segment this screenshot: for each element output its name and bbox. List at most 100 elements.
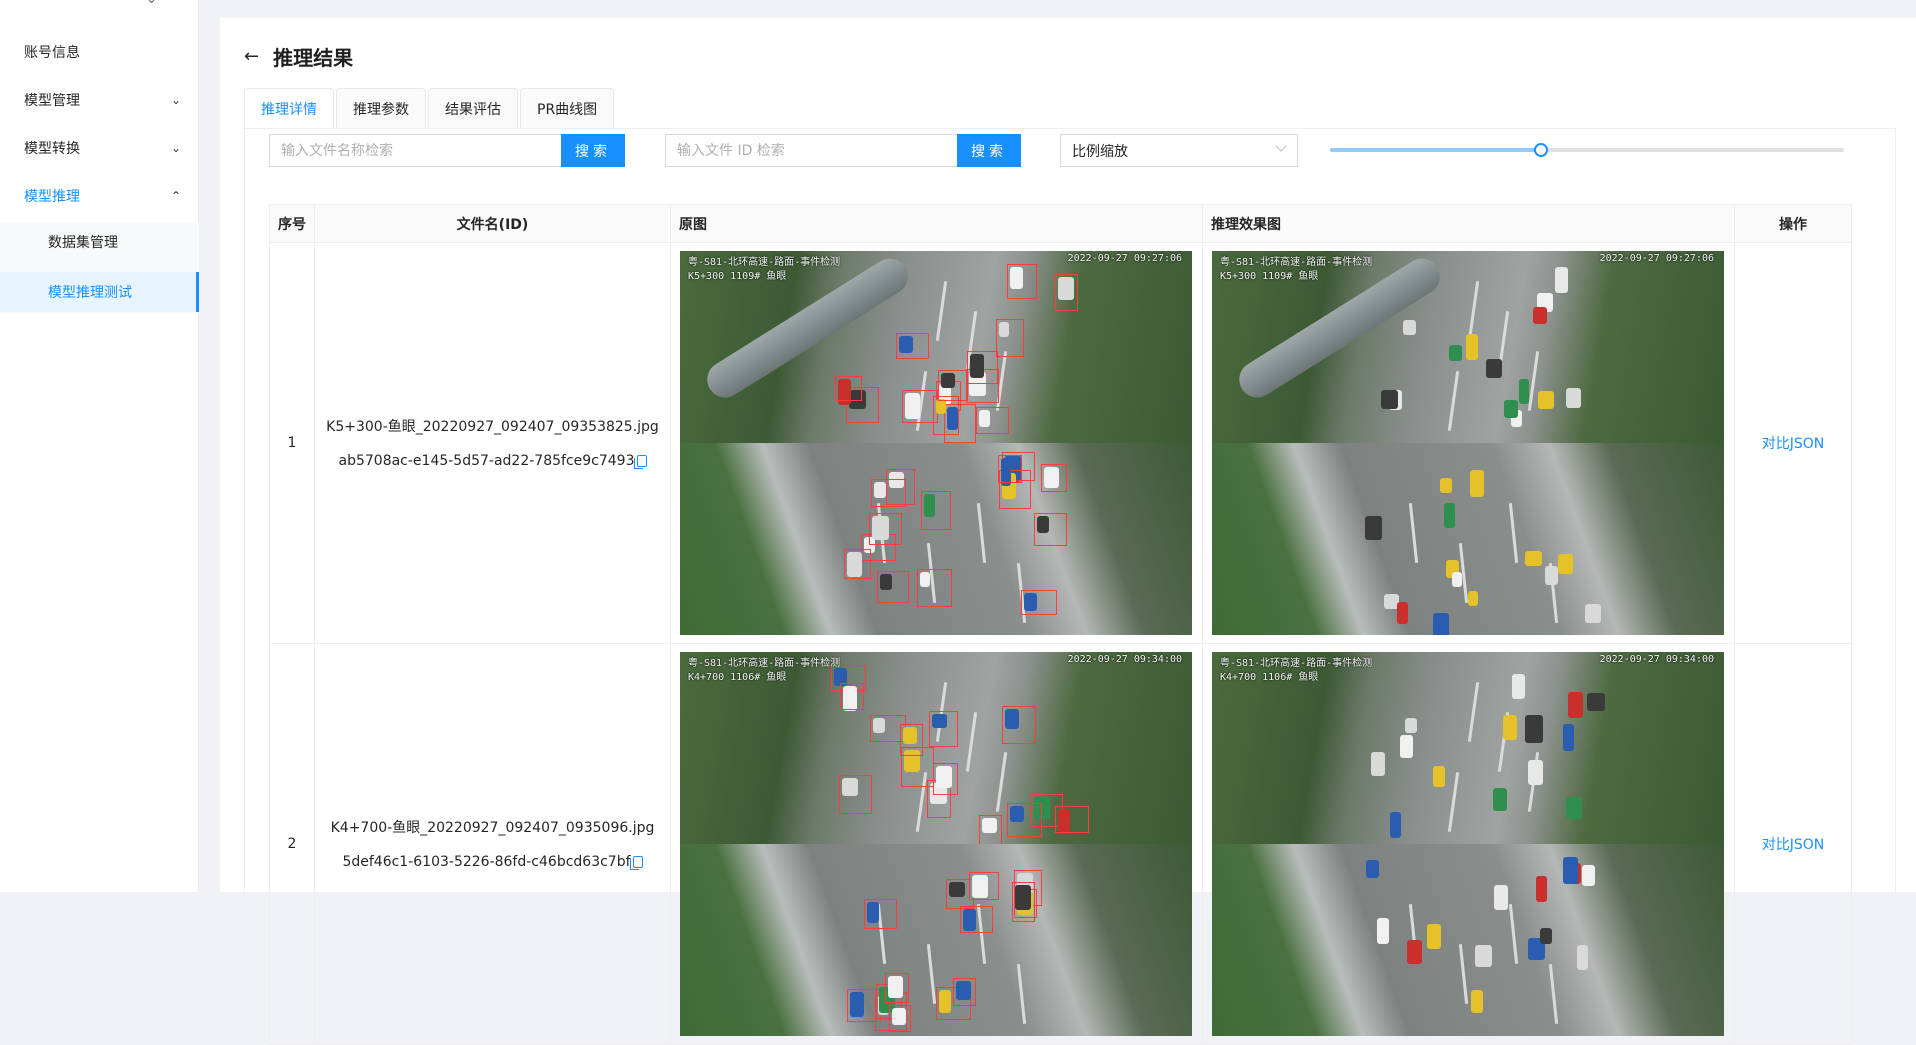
detection-box xyxy=(870,479,907,508)
tab-inference-details[interactable]: 推理详情 xyxy=(244,88,334,128)
camera-view-top: 粤-S81-北环高速-路面-事件检测 K4+700 1106# 鱼眼 2022-09… xyxy=(1212,652,1724,844)
vehicle xyxy=(1474,944,1493,967)
lane-marking xyxy=(1458,944,1469,1004)
vehicle xyxy=(1565,796,1582,819)
detection-box xyxy=(969,871,1000,900)
page-title: 推理结果 xyxy=(273,46,354,70)
detection-box xyxy=(876,571,910,604)
detection-box xyxy=(895,332,929,359)
detection-box xyxy=(863,898,898,930)
copy-icon[interactable] xyxy=(629,856,643,870)
vehicle xyxy=(1404,718,1418,733)
vehicle xyxy=(1406,939,1422,964)
chevron-up-icon: ⌃ xyxy=(170,189,181,203)
vehicle xyxy=(1470,469,1485,498)
vehicle xyxy=(1493,788,1507,811)
detection-box xyxy=(899,724,924,756)
detection-box xyxy=(932,395,960,436)
sidebar-item-inference-test[interactable]: 模型推理测试 xyxy=(0,272,199,312)
row-file-id: ab5708ac-e145-5d57-ad22-785fce9c7493 xyxy=(338,453,635,469)
detection-box xyxy=(1006,264,1037,299)
fileid-search-button[interactable]: 搜索 xyxy=(957,134,1021,167)
row-file-cell: K4+700-鱼眼_20220927_092407_0935096.jpg 5d… xyxy=(314,643,671,1045)
lane-marking xyxy=(995,752,1008,812)
vehicle xyxy=(1576,944,1588,970)
detection-box xyxy=(839,683,864,710)
fileid-search: 搜索 xyxy=(665,134,1021,167)
page-header: ← 推理结果 xyxy=(244,42,353,71)
vehicle xyxy=(1444,503,1455,529)
tab-inference-params[interactable]: 推理参数 xyxy=(336,88,426,128)
vehicle xyxy=(1504,400,1519,419)
lane-marking xyxy=(1016,964,1027,1024)
detection-box xyxy=(843,548,872,580)
sidebar-item-label: 模型推理测试 xyxy=(48,285,132,301)
slider-handle[interactable] xyxy=(1533,143,1548,157)
back-arrow-icon[interactable]: ← xyxy=(244,46,259,67)
detection-box xyxy=(1002,705,1036,745)
osd-location-text: 粤-S81-北环高速-路面-事件检测 xyxy=(1220,658,1373,669)
original-image[interactable]: 粤-S81-北环高速-路面-事件检测 K5+300 1109# 鱼眼 2022-09… xyxy=(680,251,1192,635)
lane-marking xyxy=(1408,503,1419,563)
detection-box xyxy=(928,710,959,747)
sidebar-item-dataset-management[interactable]: 数据集管理 xyxy=(0,222,199,262)
sidebar-item-account[interactable]: 账号信息 xyxy=(0,32,199,72)
vehicle xyxy=(1554,267,1568,294)
scale-mode-select[interactable]: 比例缩放 xyxy=(1060,134,1298,167)
original-image-cell: 粤-S81-北环高速-路面-事件检测 K5+300 1109# 鱼眼 2022-09… xyxy=(670,242,1203,644)
table-row: 2 K4+700-鱼眼_20220927_092407_0935096.jpg … xyxy=(269,643,1852,1045)
detection-box xyxy=(938,369,969,402)
col-header-actions: 操作 xyxy=(1734,204,1852,243)
vehicle xyxy=(1389,811,1402,838)
original-image[interactable]: 粤-S81-北环高速-路面-事件检测 K4+700 1106# 鱼眼 2022-09… xyxy=(680,652,1192,1036)
sidebar-item-model-conversion[interactable]: 模型转换 ⌄ xyxy=(0,128,199,168)
vehicle xyxy=(1471,990,1484,1014)
vehicle xyxy=(1557,553,1574,575)
compare-json-link[interactable]: 对比JSON xyxy=(1762,837,1825,853)
compare-json-link[interactable]: 对比JSON xyxy=(1762,436,1825,452)
inference-result-image[interactable]: 粤-S81-北环高速-路面-事件检测 K4+700 1106# 鱼眼 2022-09… xyxy=(1212,652,1724,1036)
osd-location-text: 粤-S81-北环高速-路面-事件检测 xyxy=(688,257,841,268)
vehicle xyxy=(1433,613,1449,635)
detection-box xyxy=(888,1005,911,1032)
chevron-down-icon[interactable]: ⌄ xyxy=(146,0,157,7)
camera-view-top: 粤-S81-北环高速-路面-事件检测 K4+700 1106# 鱼眼 2022-09… xyxy=(680,652,1192,844)
vehicle xyxy=(1439,477,1452,493)
sidebar-item-model-management[interactable]: 模型管理 ⌄ xyxy=(0,80,199,120)
chevron-down-icon: ⌄ xyxy=(170,141,181,155)
result-image-cell: 粤-S81-北环高速-路面-事件检测 K4+700 1106# 鱼眼 2022-09… xyxy=(1202,643,1735,1045)
vehicle xyxy=(1466,334,1479,360)
inference-result-image[interactable]: 粤-S81-北环高速-路面-事件检测 K5+300 1109# 鱼眼 2022-09… xyxy=(1212,251,1724,635)
vehicle xyxy=(1402,319,1416,335)
vehicle xyxy=(1467,590,1479,606)
vehicle xyxy=(1584,603,1602,624)
copy-icon[interactable] xyxy=(633,455,647,469)
lane-marking xyxy=(926,944,937,1004)
filename-search-button[interactable]: 搜索 xyxy=(561,134,625,167)
result-image-cell: 粤-S81-北环高速-路面-事件检测 K5+300 1109# 鱼眼 2022-09… xyxy=(1202,242,1735,644)
camera-view-bottom xyxy=(1212,844,1724,1036)
tab-pr-curve[interactable]: PR曲线图 xyxy=(520,88,615,128)
vehicle xyxy=(1563,724,1575,752)
lane-marking xyxy=(1467,281,1480,341)
camera-view-bottom xyxy=(680,844,1192,1036)
osd-camera-text: K5+300 1109# 鱼眼 xyxy=(1220,271,1319,282)
detection-box xyxy=(1055,273,1079,312)
row-file-id-wrap: ab5708ac-e145-5d57-ad22-785fce9c7493 xyxy=(339,453,647,469)
osd-timestamp-text: 2022-09-27 09:27:06 xyxy=(1067,253,1182,264)
tab-result-evaluation[interactable]: 结果评估 xyxy=(428,88,518,128)
col-header-index: 序号 xyxy=(269,204,315,243)
detection-box xyxy=(868,512,903,546)
vehicle xyxy=(1397,601,1408,625)
detection-box xyxy=(1033,513,1068,546)
lane-marking xyxy=(976,503,987,563)
vehicle xyxy=(1582,864,1596,886)
scale-slider[interactable] xyxy=(1330,143,1844,157)
original-image-cell: 粤-S81-北环高速-路面-事件检测 K4+700 1106# 鱼眼 2022-09… xyxy=(670,643,1203,1045)
fileid-search-input[interactable] xyxy=(665,134,957,167)
detection-box xyxy=(884,972,910,1003)
filename-search-input[interactable] xyxy=(269,134,561,167)
detection-box xyxy=(835,376,862,402)
vehicle xyxy=(1494,885,1509,911)
sidebar-item-model-inference[interactable]: 模型推理 ⌃ xyxy=(0,176,199,216)
